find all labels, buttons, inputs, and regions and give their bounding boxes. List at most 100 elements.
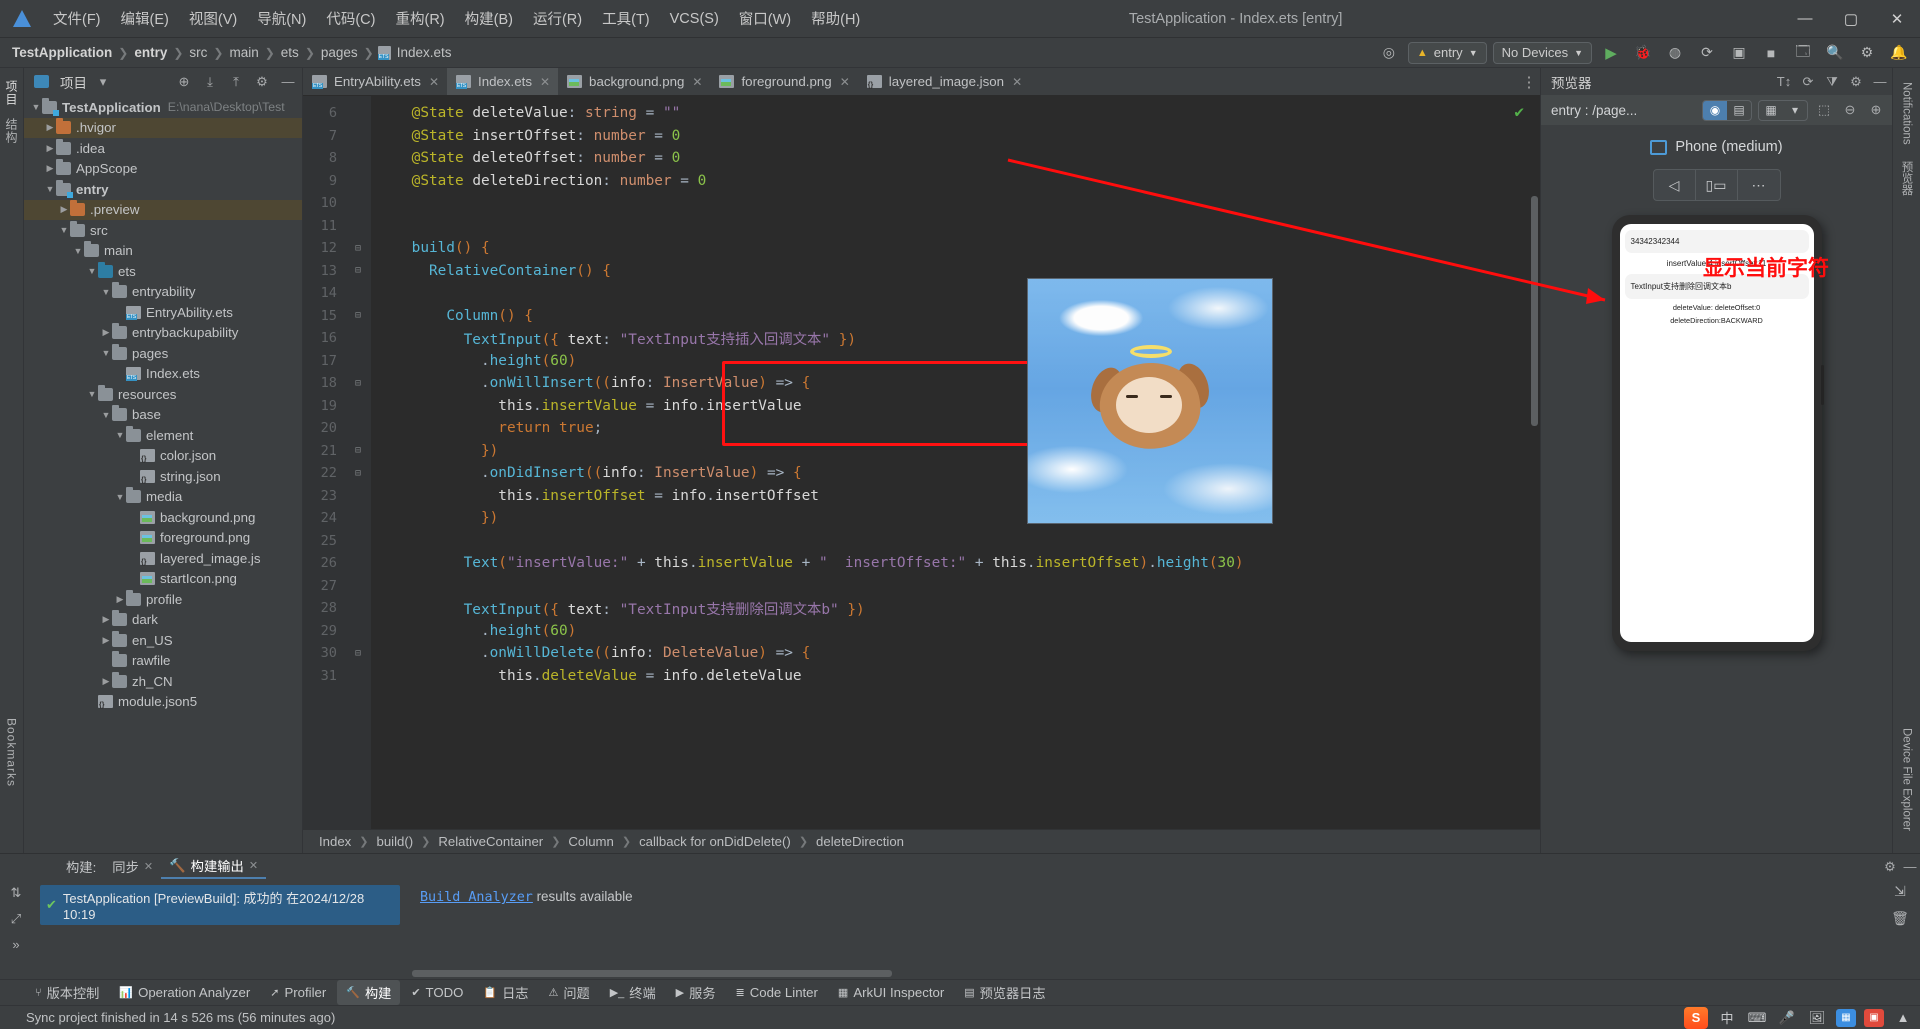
tree-item-background-png[interactable]: background.png — [24, 507, 302, 528]
close-icon[interactable]: ✕ — [1012, 75, 1022, 89]
tree-item-starticon-png[interactable]: startIcon.png — [24, 569, 302, 590]
tree-item-entrybackupability[interactable]: ▶ entrybackupability — [24, 323, 302, 344]
tool-window-profiler[interactable]: ➚ Profiler — [261, 982, 335, 1003]
tree-item-entryability[interactable]: ▼ entryability — [24, 282, 302, 303]
screenshot-icon[interactable]: ▣ — [1864, 1008, 1884, 1027]
image-icon[interactable]: 🖼 — [1806, 1008, 1828, 1028]
chevron-right-icon[interactable]: ▶ — [100, 676, 112, 687]
editor-tab-index-ets[interactable]: Index.ets ✕ — [447, 68, 559, 95]
fold-icon[interactable]: ⊟ — [345, 310, 371, 321]
profile-icon[interactable]: ◍ — [1662, 41, 1688, 65]
right-tab-previewer[interactable]: 预览器 — [1896, 153, 1918, 204]
menu-item-3[interactable]: 导航(N) — [248, 4, 315, 33]
grid-icon[interactable]: ▦ — [1759, 101, 1783, 120]
tool-window-code-linter[interactable]: ≣ Code Linter — [727, 982, 827, 1003]
settings-icon[interactable]: ⚙ — [1880, 857, 1900, 877]
menu-item-2[interactable]: 视图(V) — [180, 4, 246, 33]
tool-window---[interactable]: ▶_ 终端 — [601, 980, 665, 1005]
structure-crumb-5[interactable]: deleteDirection — [816, 834, 904, 849]
sidebar-tab-bookmarks[interactable]: Bookmarks — [2, 712, 22, 793]
bottom-tab-0[interactable]: 构建: — [58, 854, 104, 879]
tool-window---[interactable]: 🔨 构建 — [337, 980, 401, 1005]
preview-screen[interactable]: 34342342344 insertValue:4 insertOffset:1… — [1619, 224, 1814, 642]
tool-window------[interactable]: ▤ 预览器日志 — [955, 980, 1054, 1005]
rerun-icon[interactable]: ⟳ — [1694, 41, 1720, 65]
structure-crumb-0[interactable]: Index — [319, 834, 351, 849]
notifications-icon[interactable]: 🔔 — [1886, 41, 1912, 65]
sogou-icon[interactable]: S — [1684, 1006, 1708, 1029]
more-icon[interactable]: ⋯ — [1738, 170, 1780, 200]
tree-item-testapplication[interactable]: ▼ TestApplication E:\nana\Desktop\Test — [24, 97, 302, 118]
collapse-all-icon[interactable]: ⤓ — [200, 72, 220, 92]
editor-tab-foreground-png[interactable]: foreground.png ✕ — [710, 68, 857, 95]
text-input-1[interactable]: 34342342344 — [1624, 230, 1809, 253]
tree-item-src[interactable]: ▼ src — [24, 220, 302, 241]
chevron-right-icon[interactable]: ▶ — [44, 143, 56, 154]
mic-icon[interactable]: 🎤 — [1776, 1008, 1798, 1028]
device-manager-icon[interactable]: 🗔 — [1790, 41, 1816, 65]
close-icon[interactable]: ✕ — [692, 75, 702, 89]
fold-icon[interactable]: ⊟ — [345, 648, 371, 659]
chevron-down-icon[interactable]: ▾ — [1783, 101, 1807, 120]
debug-icon[interactable]: 🐞 — [1630, 41, 1656, 65]
more-icon[interactable]: ⋮ — [1518, 68, 1540, 95]
tree-item-zh-cn[interactable]: ▶ zh_CN — [24, 671, 302, 692]
tree-item--hvigor[interactable]: ▶ .hvigor — [24, 117, 302, 138]
tool-window---[interactable]: 📋 日志 — [474, 980, 537, 1005]
tree-item-element[interactable]: ▼ element — [24, 425, 302, 446]
stop-icon[interactable]: ■ — [1758, 41, 1784, 65]
tool-window---[interactable]: ⚠ 问题 — [539, 980, 598, 1005]
chevron-right-icon[interactable]: ▶ — [44, 163, 56, 174]
close-button[interactable]: ✕ — [1874, 0, 1920, 38]
menu-item-10[interactable]: 窗口(W) — [730, 4, 800, 33]
tree-item-entryability-ets[interactable]: EntryAbility.ets — [24, 302, 302, 323]
expand-icon[interactable]: ⤢ — [11, 911, 21, 927]
chevron-right-icon[interactable]: ▶ — [100, 635, 112, 646]
chevron-down-icon[interactable]: ▼ — [30, 102, 42, 112]
tool-window-arkui-inspector[interactable]: ▦ ArkUI Inspector — [829, 982, 953, 1003]
structure-crumb-3[interactable]: Column — [568, 834, 613, 849]
fold-icon[interactable]: ⊟ — [345, 378, 371, 389]
tool-window---[interactable]: ▶ 服务 — [667, 980, 725, 1005]
menu-item-11[interactable]: 帮助(H) — [802, 4, 869, 33]
tool-window-----[interactable]: ⑂ 版本控制 — [26, 980, 108, 1005]
locate-icon[interactable]: ⊕ — [174, 72, 194, 92]
breadcrumb-item-6[interactable]: Index.ets — [395, 45, 454, 60]
build-status-row[interactable]: ✔ TestApplication [PreviewBuild]: 成功的 在2… — [40, 885, 400, 925]
chevron-right-icon[interactable]: ▶ — [114, 594, 126, 605]
menu-item-1[interactable]: 编辑(E) — [112, 4, 178, 33]
view-mode-toggle[interactable]: ◉ ▤ — [1702, 99, 1752, 121]
maximize-button[interactable]: ▢ — [1828, 0, 1874, 38]
tree-item-media[interactable]: ▼ media — [24, 487, 302, 508]
sidebar-tab-structure[interactable]: 结构 — [0, 112, 23, 150]
editor-tab-layered-image-json[interactable]: layered_image.json ✕ — [858, 68, 1030, 95]
zoom-in-icon[interactable]: ⊕ — [1866, 100, 1886, 120]
search-icon[interactable]: 🔍 — [1822, 41, 1848, 65]
breadcrumb-item-5[interactable]: pages — [319, 45, 360, 60]
layout-toggle[interactable]: ▦ ▾ — [1758, 99, 1808, 121]
close-icon[interactable]: ✕ — [249, 859, 258, 872]
tree-item-profile[interactable]: ▶ profile — [24, 589, 302, 610]
fold-icon[interactable]: ⊟ — [345, 265, 371, 276]
code-editor[interactable]: 6 @State deleteValue: string = "" 7 @Stat… — [303, 96, 1540, 829]
run-icon[interactable]: ▶ — [1598, 41, 1624, 65]
settings-icon[interactable]: ⚙ — [1854, 41, 1880, 65]
right-tab-notifications[interactable]: Notifications — [1898, 74, 1916, 153]
settings-icon[interactable]: ⚙ — [1846, 72, 1866, 92]
chevron-down-icon[interactable]: ▾ — [93, 72, 113, 92]
chevron-down-icon[interactable]: ▼ — [58, 225, 70, 235]
fold-icon[interactable]: ⊟ — [345, 468, 371, 479]
menu-item-8[interactable]: 工具(T) — [593, 4, 659, 33]
coverage-icon[interactable]: ▣ — [1726, 41, 1752, 65]
tree-item-layered-image-js[interactable]: layered_image.js — [24, 548, 302, 569]
clear-icon[interactable]: 🗑 — [1891, 910, 1909, 927]
close-icon[interactable]: ✕ — [540, 75, 550, 89]
editor-scrollbar[interactable] — [1531, 196, 1538, 426]
fold-icon[interactable]: ⊟ — [345, 243, 371, 254]
panel-icon[interactable]: ▦ — [1836, 1008, 1856, 1027]
tree-item-foreground-png[interactable]: foreground.png — [24, 528, 302, 549]
breadcrumb-item-4[interactable]: ets — [279, 45, 301, 60]
bottom-tab-2[interactable]: 🔨 构建输出 ✕ — [161, 854, 267, 879]
tree-item-entry[interactable]: ▼ entry — [24, 179, 302, 200]
wrap-icon[interactable]: ⇲ — [1894, 883, 1906, 900]
